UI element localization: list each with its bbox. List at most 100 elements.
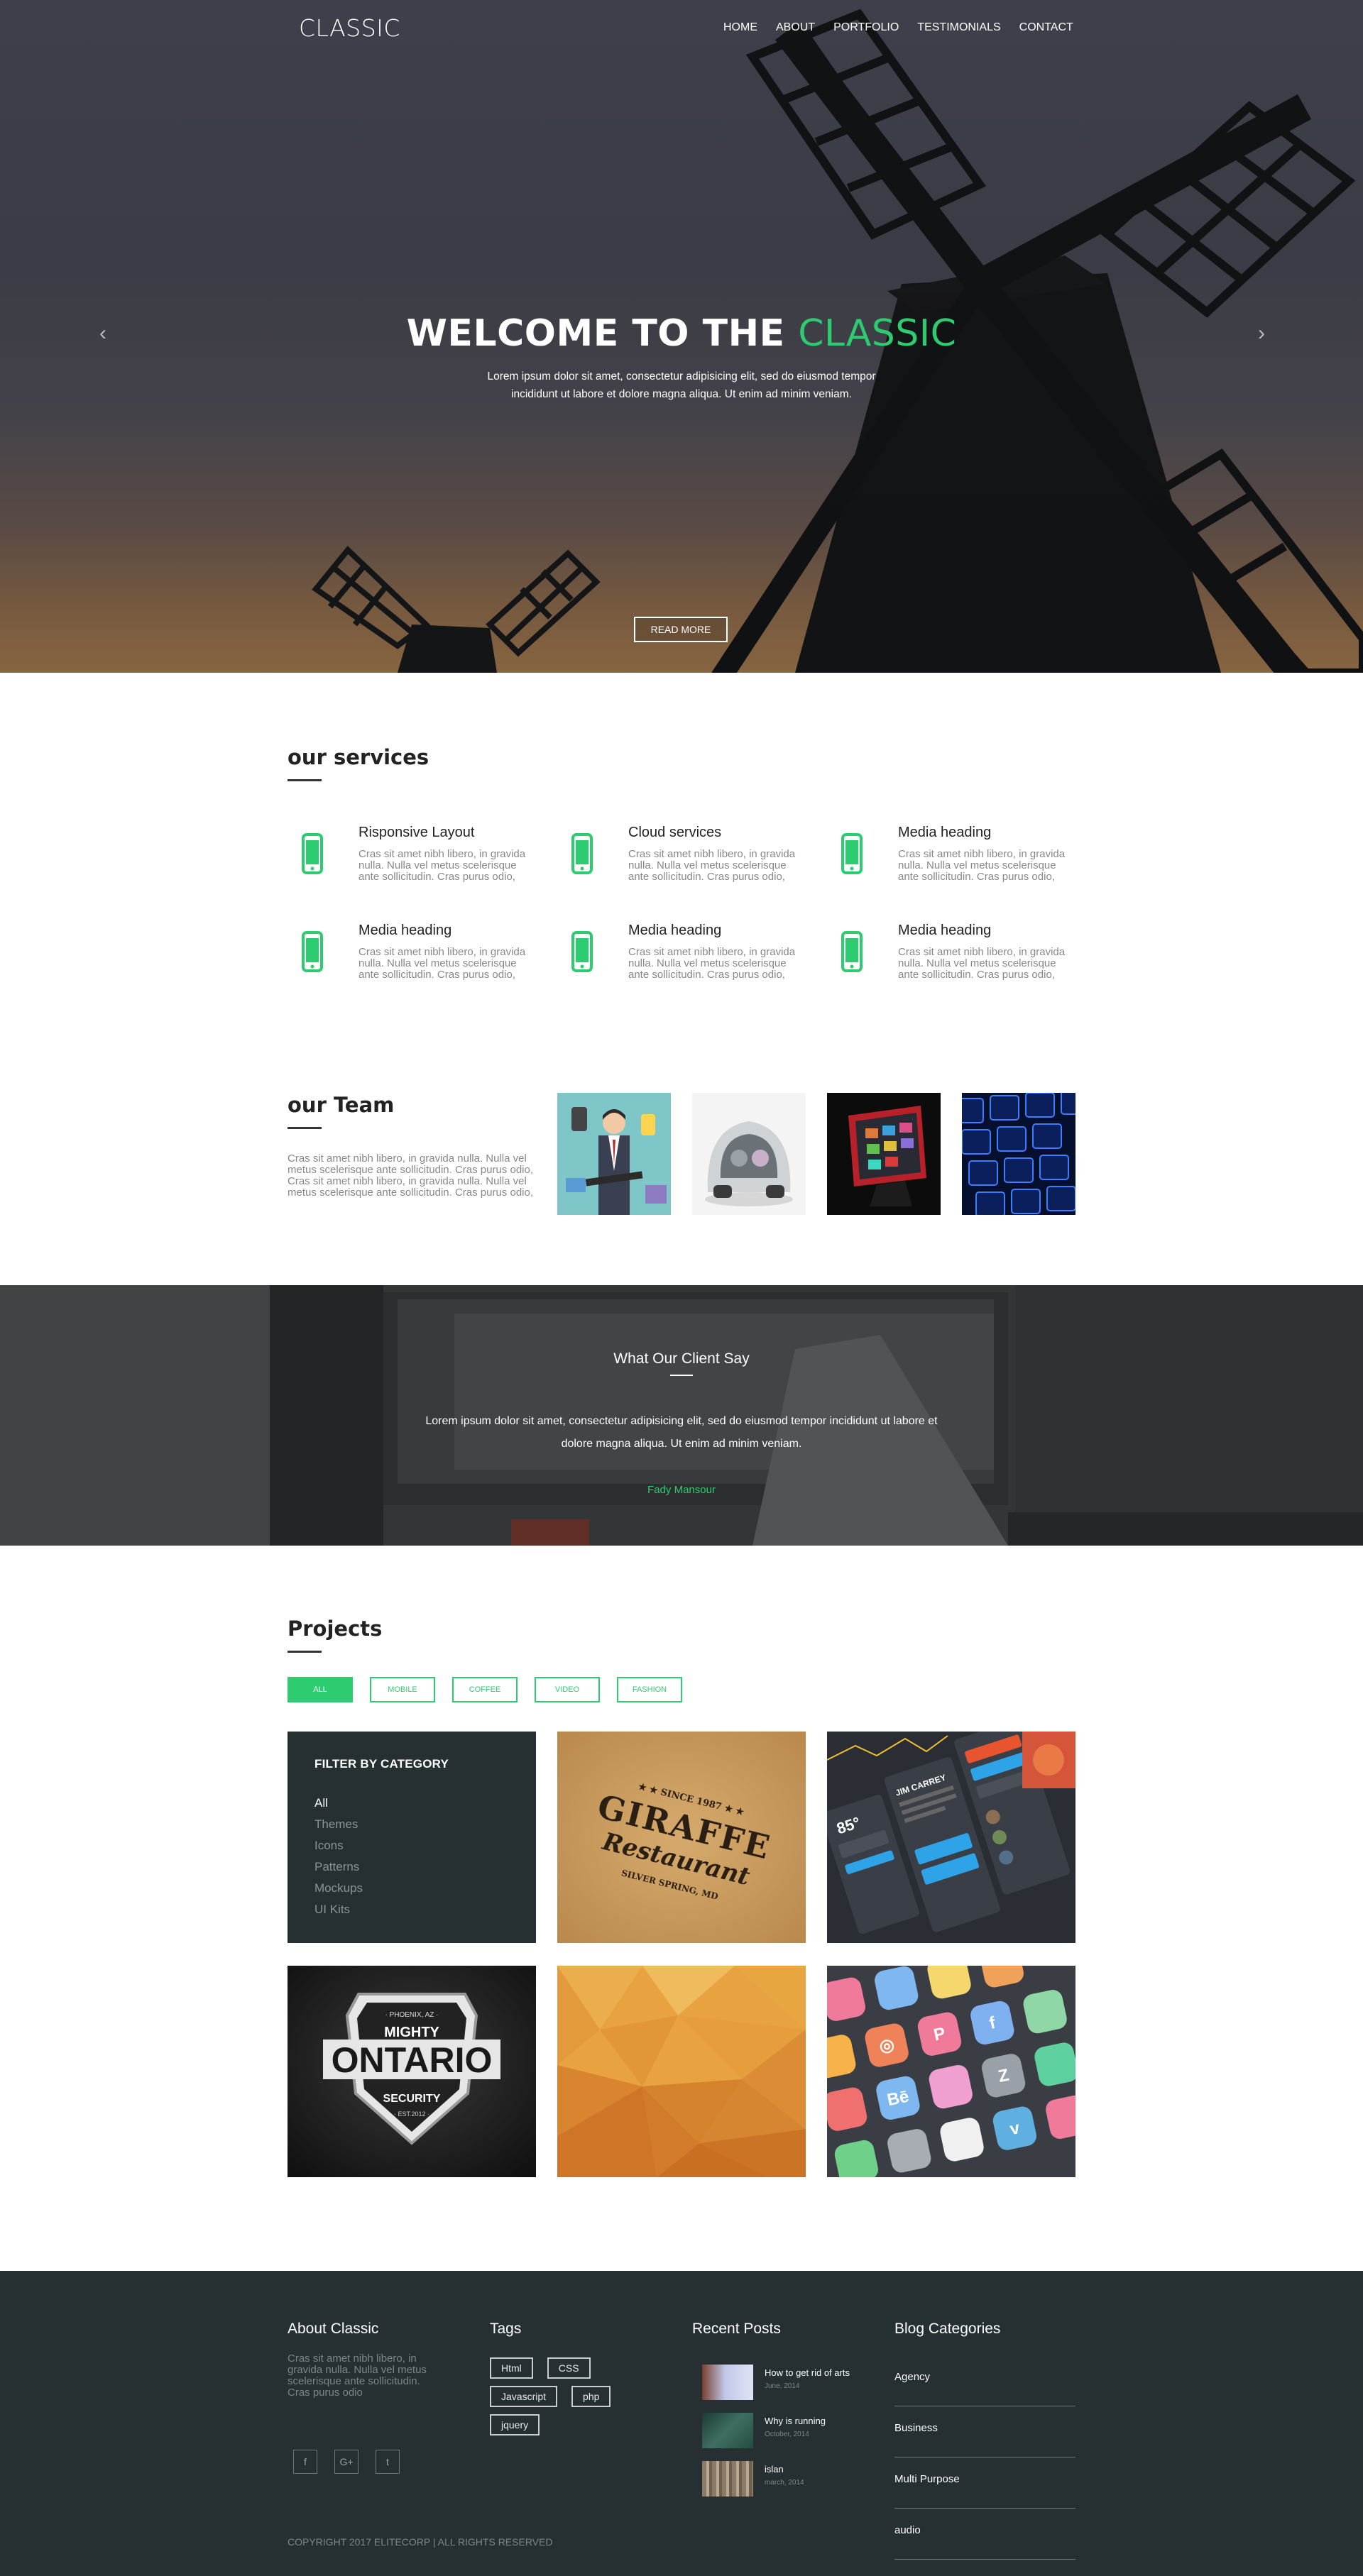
filter-mobile-button[interactable]: MOBILE <box>370 1677 435 1702</box>
service-text: Cras sit amet nibh libero, in gravida nu… <box>358 946 526 981</box>
hero-title-main: WELCOME TO THE <box>406 312 799 355</box>
recent-post-item[interactable]: islan march, 2014 <box>702 2461 850 2497</box>
testimonial-title: What Our Client Say <box>613 1350 750 1367</box>
category-item-icons[interactable]: Icons <box>314 1835 509 1856</box>
read-more-button[interactable]: READ MORE <box>634 617 728 642</box>
tag-list: Html CSS Javascript php jquery <box>490 2357 674 2443</box>
service-item: Cloud services Cras sit amet nibh libero… <box>557 825 799 896</box>
tag-css[interactable]: CSS <box>547 2357 591 2379</box>
testimonial-title-underline <box>670 1375 693 1376</box>
service-text: Cras sit amet nibh libero, in gravida nu… <box>628 848 796 883</box>
mobile-phone-icon <box>571 833 593 874</box>
svg-text:· EST.2012 ·: · EST.2012 · <box>394 2110 429 2118</box>
copyright-text: COPYRIGHT 2017 ELITECORP | ALL RIGHTS RE… <box>288 2536 553 2548</box>
footer-about-column: About Classic Cras sit amet nibh libero,… <box>288 2321 444 2399</box>
nav-item-contact[interactable]: CONTACT <box>1019 21 1073 34</box>
footer-blog-column: Blog Categories Agency Business Multi Pu… <box>894 2321 1075 2572</box>
filter-coffee-button[interactable]: COFFEE <box>452 1677 518 1702</box>
post-title: Why is running <box>765 2416 826 2426</box>
site-logo[interactable]: CLASSIC <box>299 14 400 42</box>
service-item: Risponsive Layout Cras sit amet nibh lib… <box>288 825 529 896</box>
filter-video-button[interactable]: VIDEO <box>535 1677 600 1702</box>
post-thumbnail <box>702 2461 753 2497</box>
project-filters: ALL MOBILE COFFEE VIDEO FASHION <box>288 1677 682 1702</box>
low-poly-pattern-image <box>557 1966 806 2177</box>
team-thumbnail[interactable] <box>827 1093 941 1215</box>
ontario-security-badge-image: · PHOENIX, AZ · MIGHTY ONTARIO SECURITY … <box>288 1966 536 2177</box>
team-text: Cras sit amet nibh libero, in gravida nu… <box>288 1152 534 1199</box>
team-thumbnail[interactable] <box>962 1093 1075 1215</box>
service-title: Media heading <box>898 825 992 840</box>
post-title: islan <box>765 2464 784 2475</box>
recent-post-item[interactable]: Why is running October, 2014 <box>702 2413 850 2448</box>
services-title-underline <box>288 779 322 781</box>
blog-category-agency[interactable]: Agency <box>894 2367 1075 2406</box>
nav-item-about[interactable]: ABOUT <box>776 21 815 34</box>
blog-category-audio[interactable]: audio <box>894 2521 1075 2560</box>
project-tile[interactable]: ◎ P f Bē Z v <box>827 1966 1075 2177</box>
top-navigation: CLASSIC HOME ABOUT PORTFOLIO TESTIMONIAL… <box>0 0 1363 57</box>
footer-blog-title: Blog Categories <box>894 2321 1001 2337</box>
tag-html[interactable]: Html <box>490 2357 533 2379</box>
testimonial-content: What Our Client Say Lorem ipsum dolor si… <box>0 1350 1363 1496</box>
dark-ui-kit-image: 85° JIM CARREY <box>827 1732 1075 1943</box>
footer-posts-title: Recent Posts <box>692 2321 781 2337</box>
nav-item-testimonials[interactable]: TESTIMONIALS <box>917 21 1000 34</box>
filter-all-button[interactable]: ALL <box>288 1677 353 1702</box>
testimonial-section: What Our Client Say Lorem ipsum dolor si… <box>0 1285 1363 1546</box>
hero-section: CLASSIC HOME ABOUT PORTFOLIO TESTIMONIAL… <box>0 0 1363 673</box>
team-thumbnail[interactable] <box>557 1093 671 1215</box>
tag-php[interactable]: php <box>571 2386 611 2407</box>
post-thumbnail <box>702 2365 753 2400</box>
twitter-icon[interactable]: t <box>376 2450 400 2474</box>
post-thumbnail <box>702 2413 753 2448</box>
hero-text: Lorem ipsum dolor sit amet, consectetur … <box>487 370 876 400</box>
service-item: Media heading Cras sit amet nibh libero,… <box>288 923 529 993</box>
project-tile[interactable]: · PHOENIX, AZ · MIGHTY ONTARIO SECURITY … <box>288 1966 536 2177</box>
project-tile[interactable] <box>557 1966 806 2177</box>
svg-text:· PHOENIX, AZ ·: · PHOENIX, AZ · <box>385 2011 438 2019</box>
blog-category-multi-purpose[interactable]: Multi Purpose <box>894 2470 1075 2509</box>
hero-title: WELCOME TO THE CLASSIC <box>0 312 1363 355</box>
social-links: f G+ t <box>293 2450 400 2474</box>
projects-title: Projects <box>288 1617 383 1641</box>
service-text: Cras sit amet nibh libero, in gravida nu… <box>898 946 1066 981</box>
services-title: our services <box>288 745 429 769</box>
team-title: our Team <box>288 1093 395 1117</box>
nav-menu: HOME ABOUT PORTFOLIO TESTIMONIALS CONTAC… <box>723 21 1073 34</box>
app-icons-image: ◎ P f Bē Z v <box>827 1966 1075 2177</box>
mobile-phone-icon <box>302 833 323 874</box>
services-section: our services Risponsive Layout Cras sit … <box>288 745 1075 981</box>
team-section: our Team Cras sit amet nibh libero, in g… <box>288 1093 1075 1217</box>
businessman-illustration-image <box>557 1093 671 1215</box>
nav-item-home[interactable]: HOME <box>723 21 757 34</box>
category-item-themes[interactable]: Themes <box>314 1814 509 1835</box>
project-tile[interactable]: 85° JIM CARREY <box>827 1732 1075 1943</box>
category-item-mockups[interactable]: Mockups <box>314 1878 509 1899</box>
tag-jquery[interactable]: jquery <box>490 2414 540 2435</box>
post-date: march, 2014 <box>765 2479 804 2487</box>
mobile-phone-icon <box>841 931 863 972</box>
category-item-all[interactable]: All <box>314 1793 509 1814</box>
facebook-icon[interactable]: f <box>293 2450 317 2474</box>
service-item: Media heading Cras sit amet nibh libero,… <box>827 923 1068 993</box>
recent-post-item[interactable]: How to get rid of arts June, 2014 <box>702 2365 850 2400</box>
filter-fashion-button[interactable]: FASHION <box>617 1677 682 1702</box>
project-tile[interactable]: ★ ★ SINCE 1987 ★ ★ GIRAFFE Restaurant SI… <box>557 1732 806 1943</box>
tag-javascript[interactable]: Javascript <box>490 2386 558 2407</box>
category-item-patterns[interactable]: Patterns <box>314 1856 509 1878</box>
blog-category-business[interactable]: Business <box>894 2418 1075 2457</box>
google-plus-icon[interactable]: G+ <box>334 2450 358 2474</box>
category-item-ui-kits[interactable]: UI Kits <box>314 1899 509 1920</box>
service-text: Cras sit amet nibh libero, in gravida nu… <box>628 946 796 981</box>
category-list: All Themes Icons Patterns Mockups UI Kit… <box>314 1793 509 1920</box>
service-title: Media heading <box>628 923 722 938</box>
nav-item-portfolio[interactable]: PORTFOLIO <box>833 21 899 34</box>
team-thumbnail[interactable] <box>692 1093 806 1215</box>
tablet-device-image <box>827 1093 941 1215</box>
post-title: How to get rid of arts <box>765 2367 850 2378</box>
hero-title-accent: CLASSIC <box>798 312 957 355</box>
footer-tags-column: Tags Html CSS Javascript php jquery <box>490 2321 674 2443</box>
post-date: October, 2014 <box>765 2431 809 2438</box>
giraffe-restaurant-logo-image: ★ ★ SINCE 1987 ★ ★ GIRAFFE Restaurant SI… <box>557 1732 806 1943</box>
